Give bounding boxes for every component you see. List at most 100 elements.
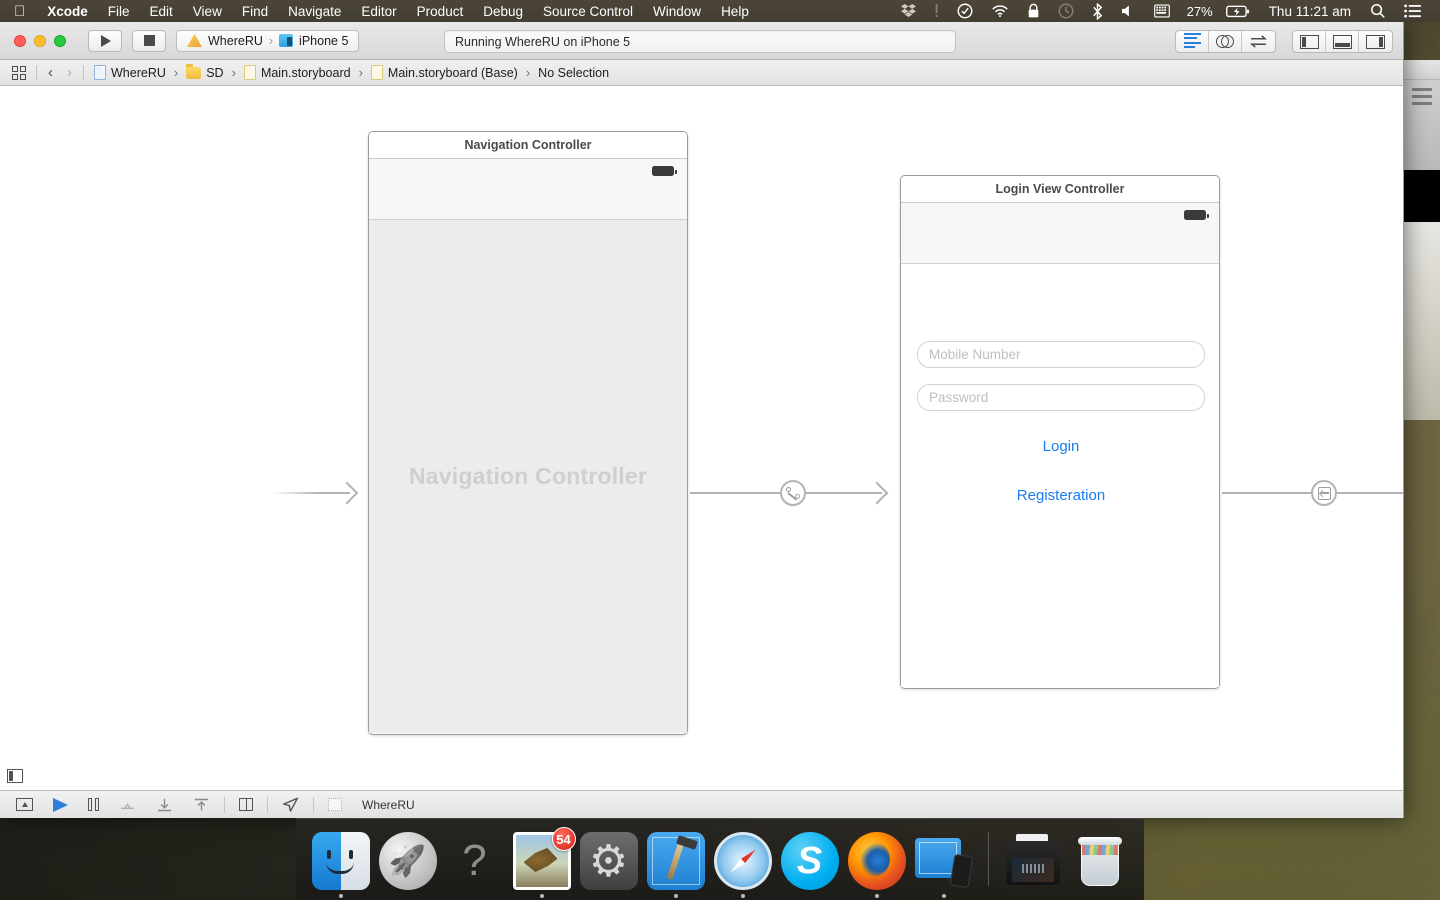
relationship-segue-line-left[interactable] xyxy=(690,492,780,494)
pause-icon xyxy=(88,798,99,811)
menu-item-editor[interactable]: Editor xyxy=(351,4,406,19)
breadcrumb-chevron-1: › xyxy=(172,65,180,80)
dock-item-system-preferences[interactable] xyxy=(580,832,638,890)
standard-editor-icon xyxy=(1184,33,1201,51)
standard-editor-button[interactable] xyxy=(1176,31,1209,52)
dropbox-icon[interactable] xyxy=(892,4,925,18)
breadcrumb-storyboard-base[interactable]: Main.storyboard (Base) xyxy=(365,65,524,80)
pause-button[interactable] xyxy=(78,798,109,811)
battery-icon[interactable] xyxy=(1217,5,1259,18)
version-editor-button[interactable] xyxy=(1242,31,1275,52)
run-button[interactable] xyxy=(88,30,122,52)
debugbar-divider-3 xyxy=(313,797,314,813)
macos-menu-bar:  Xcode File Edit View Find Navigate Edi… xyxy=(0,0,1440,22)
navigator-toggle-button[interactable] xyxy=(1293,31,1326,52)
dock-item-downloads-stack[interactable] xyxy=(1004,832,1062,890)
input-source-icon[interactable] xyxy=(1145,4,1179,18)
running-indicator xyxy=(540,894,544,898)
time-machine-icon[interactable] xyxy=(1049,3,1083,19)
version-editor-icon xyxy=(1249,35,1268,48)
login-status-bar xyxy=(901,203,1219,264)
menu-item-help[interactable]: Help xyxy=(711,4,759,19)
step-over-button[interactable] xyxy=(109,798,146,812)
view-hierarchy-button[interactable] xyxy=(229,798,263,811)
mobile-number-field[interactable]: Mobile Number xyxy=(917,341,1205,368)
dock-item-ios-simulator[interactable] xyxy=(915,832,973,890)
menu-bar-clock[interactable]: Thu 11:21 am xyxy=(1259,4,1361,19)
navigation-controller-body[interactable]: Navigation Controller xyxy=(369,220,687,733)
dock-item-skype[interactable]: S xyxy=(781,832,839,890)
utilities-toggle-button[interactable] xyxy=(1359,31,1392,52)
menu-item-product[interactable]: Product xyxy=(407,4,474,19)
breadcrumb-selection[interactable]: No Selection xyxy=(532,66,615,80)
login-button[interactable]: Login xyxy=(901,438,1221,455)
password-field[interactable]: Password xyxy=(917,384,1205,411)
volume-icon[interactable] xyxy=(1112,4,1145,18)
stop-button[interactable] xyxy=(132,30,166,52)
checkmark-circle-icon[interactable] xyxy=(948,3,982,19)
login-view-controller-body[interactable]: Mobile Number Password Login Registerati… xyxy=(901,264,1219,687)
battery-percent-label[interactable]: 27% xyxy=(1179,4,1217,19)
menu-item-find[interactable]: Find xyxy=(232,4,278,19)
debug-area-toggle-button[interactable] xyxy=(1326,31,1359,52)
dock-item-trash[interactable] xyxy=(1071,832,1129,890)
memory-gauge-icon xyxy=(328,798,342,811)
breadcrumb-storyboard[interactable]: Main.storyboard xyxy=(238,65,357,80)
wifi-icon[interactable] xyxy=(982,4,1018,18)
close-button[interactable] xyxy=(14,35,26,47)
dock-item-finder[interactable] xyxy=(312,832,370,890)
relationship-segue-icon xyxy=(786,486,800,500)
menu-item-source-control[interactable]: Source Control xyxy=(533,4,643,19)
menu-item-navigate[interactable]: Navigate xyxy=(278,4,351,19)
apple-logo-icon[interactable]:  xyxy=(0,4,37,19)
scheme-project-label: WhereRU xyxy=(208,34,263,48)
menu-item-window[interactable]: Window xyxy=(643,4,711,19)
menu-item-file[interactable]: File xyxy=(98,4,140,19)
exclamation-icon[interactable] xyxy=(925,4,948,18)
show-segue-badge[interactable] xyxy=(1311,480,1337,506)
scene-navigation-controller[interactable]: Navigation Controller Navigation Control… xyxy=(368,131,688,735)
jumpbar-divider-2 xyxy=(83,65,84,80)
relationship-segue-badge[interactable] xyxy=(780,480,806,506)
show-segue-line-left[interactable] xyxy=(1222,492,1312,494)
breakpoints-toggle-button[interactable] xyxy=(43,798,78,812)
menu-item-edit[interactable]: Edit xyxy=(140,4,183,19)
dock-item-mail[interactable]: 54 xyxy=(513,832,571,890)
step-into-button[interactable] xyxy=(146,798,183,812)
show-segue-line-right[interactable] xyxy=(1337,492,1403,494)
zoom-button[interactable] xyxy=(54,35,66,47)
breadcrumb-project[interactable]: WhereRU xyxy=(88,65,172,80)
navigate-back-button[interactable]: ‹ xyxy=(41,64,60,81)
location-simulation-button[interactable] xyxy=(272,797,309,812)
dock-item-xcode[interactable] xyxy=(647,832,705,890)
assistant-editor-button[interactable] xyxy=(1209,31,1242,52)
menu-item-xcode[interactable]: Xcode xyxy=(37,4,98,19)
related-items-button[interactable] xyxy=(6,66,32,80)
search-icon[interactable] xyxy=(1361,3,1395,19)
dock-item-launchpad[interactable] xyxy=(379,832,437,890)
console-toggle-button[interactable] xyxy=(6,798,43,811)
view-toggle-group xyxy=(1292,30,1393,53)
breadcrumb-folder[interactable]: SD xyxy=(180,66,229,80)
dock-item-firefox[interactable] xyxy=(848,832,906,890)
memory-gauge[interactable] xyxy=(318,798,352,811)
safari-compass-icon xyxy=(714,832,772,890)
step-out-button[interactable] xyxy=(183,798,220,812)
bluetooth-icon[interactable] xyxy=(1083,3,1112,20)
scheme-selector[interactable]: WhereRU › iPhone 5 xyxy=(176,30,359,52)
notification-center-icon[interactable] xyxy=(1395,4,1430,18)
background-app-window[interactable] xyxy=(1404,60,1440,420)
registration-button[interactable]: Registeration xyxy=(901,487,1221,504)
menu-item-view[interactable]: View xyxy=(183,4,232,19)
navigate-forward-button[interactable]: › xyxy=(60,64,79,81)
scene-login-view-controller[interactable]: Login View Controller Mobile Number Pass… xyxy=(900,175,1220,689)
menu-item-debug[interactable]: Debug xyxy=(473,4,533,19)
firefox-icon xyxy=(848,832,906,890)
dock-item-help[interactable]: ? xyxy=(446,832,504,890)
storyboard-canvas[interactable]: Navigation Controller Navigation Control… xyxy=(0,86,1403,790)
minimize-button[interactable] xyxy=(34,35,46,47)
lock-icon[interactable] xyxy=(1018,3,1049,19)
hamburger-menu-icon[interactable] xyxy=(1412,88,1432,109)
document-outline-toggle[interactable] xyxy=(7,769,23,783)
dock-item-safari[interactable] xyxy=(714,832,772,890)
